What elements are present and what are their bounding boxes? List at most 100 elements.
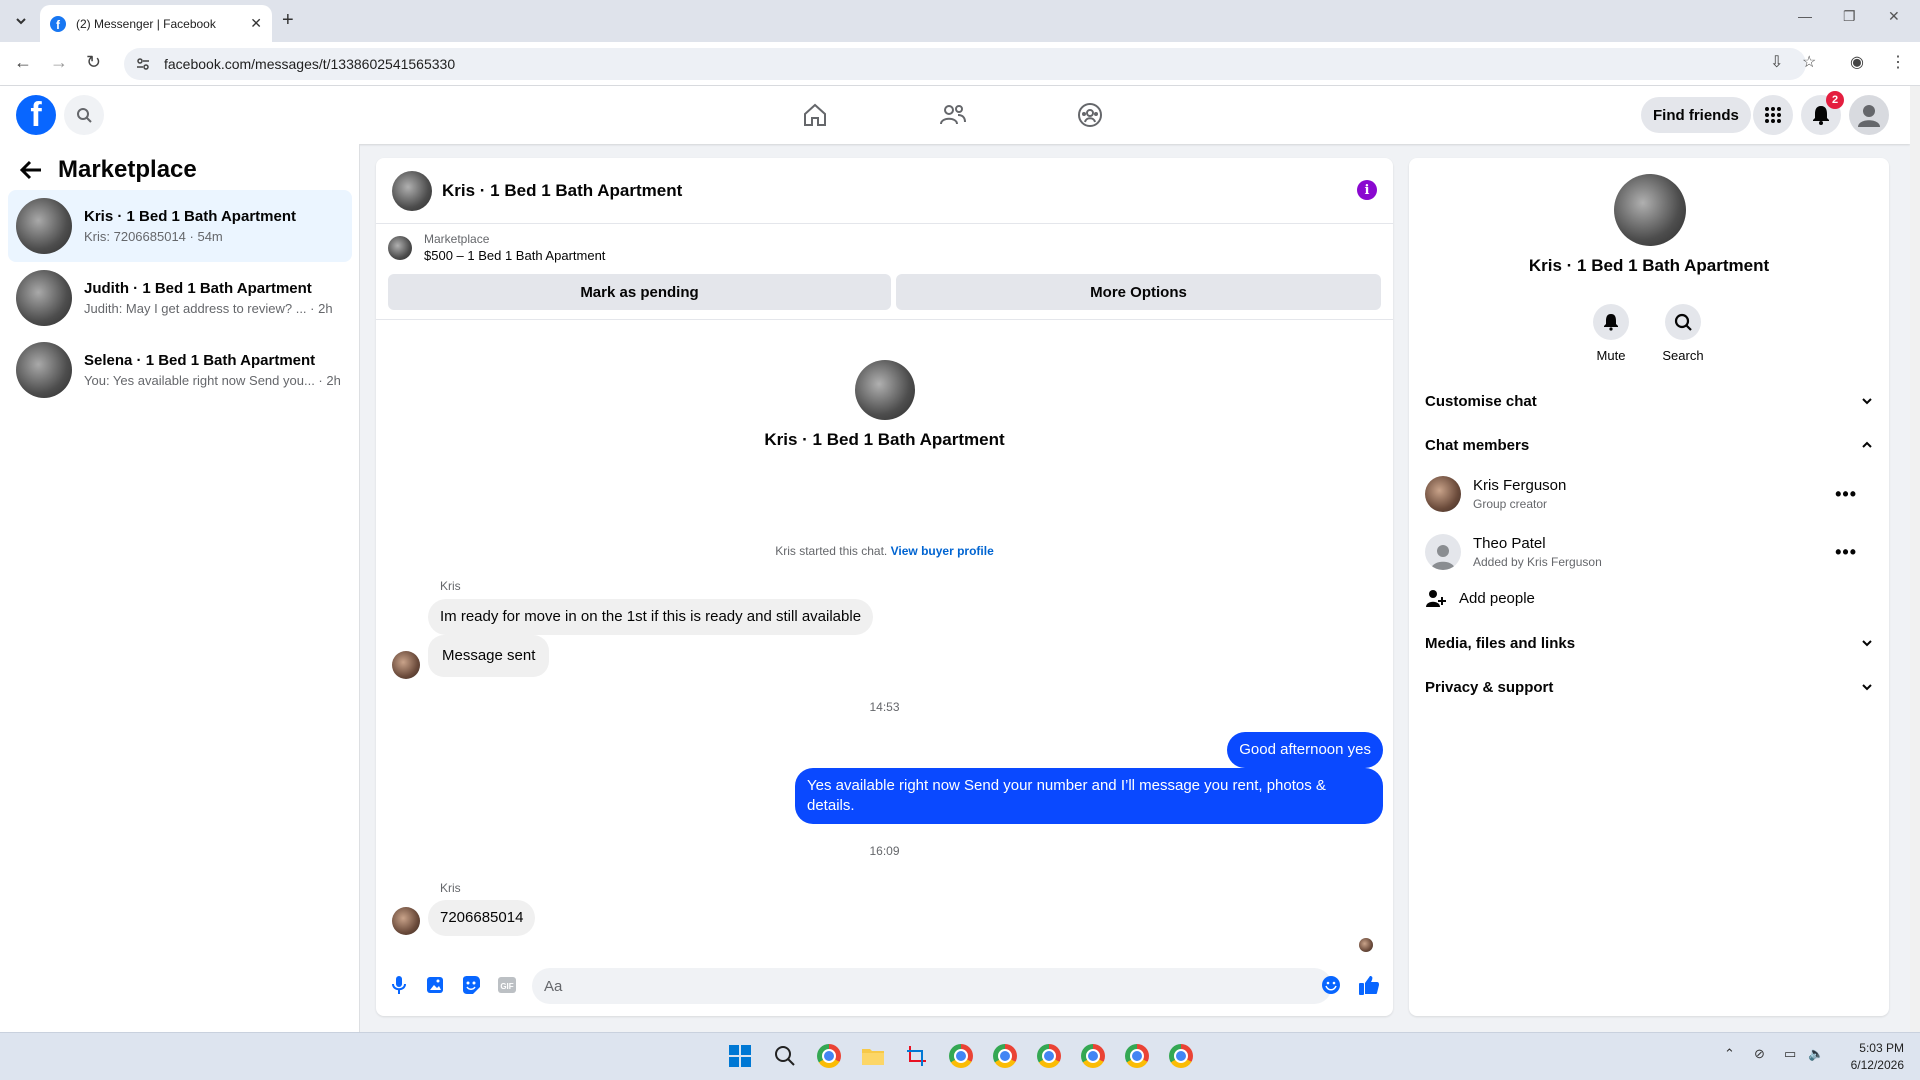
gif-icon[interactable]: GIF (496, 974, 518, 996)
more-options-button[interactable]: More Options (896, 274, 1381, 310)
forward-icon[interactable]: → (50, 52, 68, 73)
chat-avatar[interactable] (392, 170, 432, 211)
groups-icon[interactable] (1075, 100, 1105, 130)
timestamp: 14:53 (869, 700, 900, 714)
install-app-icon[interactable]: ⇩ (1770, 52, 1783, 72)
marketplace-sidebar: Marketplace Kris · 1 Bed 1 Bath Apartmen… (0, 144, 360, 1032)
window-close-icon[interactable]: ✕ (1888, 8, 1900, 25)
facebook-favicon-icon: f (50, 15, 66, 32)
taskbar-clock[interactable]: 5:03 PM 6/12/2026 (1851, 1040, 1904, 1074)
privacy-support-section[interactable]: Privacy & support (1425, 667, 1873, 707)
conversation-item[interactable]: Judith · 1 Bed 1 Bath Apartment Judith: … (8, 262, 352, 334)
find-friends-button[interactable]: Find friends (1641, 97, 1751, 133)
sidebar-header: Marketplace (20, 156, 197, 184)
chrome-profile-icon[interactable] (1036, 1043, 1062, 1069)
minimize-icon[interactable]: — (1798, 8, 1812, 24)
file-explorer-icon[interactable] (860, 1043, 886, 1069)
chrome-profile-icon[interactable] (1124, 1043, 1150, 1069)
member-avatar (1425, 476, 1461, 512)
incoming-message[interactable]: Message sent (428, 635, 550, 677)
incoming-message[interactable]: 7206685014 (428, 900, 536, 936)
chat-details-panel: Kris · 1 Bed 1 Bath Apartment Mute Searc… (1409, 158, 1889, 1016)
back-icon[interactable]: ← (14, 52, 32, 73)
user-silhouette-icon (1858, 105, 1880, 127)
show-hidden-icons-icon[interactable]: ⌃ (1724, 1046, 1735, 1062)
listing-thumbnail (388, 235, 412, 260)
chrome-icon[interactable] (816, 1043, 842, 1069)
menu-grid-button[interactable] (1753, 95, 1793, 135)
emoji-icon[interactable] (1320, 974, 1342, 996)
chrome-profile-icon[interactable] (948, 1043, 974, 1069)
conversation-name: Judith · 1 Bed 1 Bath Apartment (84, 280, 312, 297)
outgoing-message[interactable]: Yes available right now Send your number… (795, 768, 1383, 824)
facebook-header: f Find friends (0, 86, 1910, 144)
chrome-profile-icon[interactable] (992, 1043, 1018, 1069)
photo-icon[interactable] (424, 974, 446, 996)
add-people-button[interactable]: Add people (1425, 578, 1873, 618)
address-bar-row: ← → ↻ facebook.com/messages/t/1338602541… (0, 42, 1920, 86)
conversation-item[interactable]: Selena · 1 Bed 1 Bath Apartment You: Yes… (8, 334, 352, 406)
browser-menu-icon[interactable]: ⋮ (1890, 52, 1906, 72)
details-avatar[interactable] (1614, 174, 1686, 246)
facebook-search-button[interactable] (64, 95, 104, 135)
bell-icon (1604, 314, 1618, 331)
network-icon[interactable]: ⊘ (1754, 1046, 1765, 1062)
message-sender: Kris (440, 881, 461, 895)
url-bar[interactable]: facebook.com/messages/t/1338602541565330 (124, 48, 1806, 80)
bookmark-star-icon[interactable]: ☆ (1802, 52, 1816, 72)
chat-member-row[interactable]: Kris Ferguson Group creator ••• (1425, 468, 1873, 520)
snipping-tool-icon[interactable] (904, 1043, 930, 1069)
search-button[interactable]: Search (1653, 304, 1713, 363)
conversation-avatar (16, 270, 72, 326)
browser-tab[interactable]: f (2) Messenger | Facebook ✕ (40, 5, 272, 42)
conversation-avatar (16, 342, 72, 398)
display-icon[interactable]: ▭ (1784, 1046, 1796, 1062)
listing-info[interactable]: Marketplace $500 – 1 Bed 1 Bath Apartmen… (388, 232, 605, 263)
facebook-logo-icon[interactable]: f (16, 95, 56, 135)
conversation-preview: You: Yes available right now Send you...… (84, 373, 341, 388)
outgoing-message[interactable]: Good afternoon yes (1227, 732, 1383, 768)
reload-icon[interactable]: ↻ (86, 52, 101, 73)
site-info-icon[interactable] (136, 57, 150, 71)
sender-avatar[interactable] (392, 907, 420, 935)
chat-members-section[interactable]: Chat members (1425, 425, 1873, 465)
chat-started-note: Kris started this chat. View buyer profi… (376, 544, 1393, 558)
view-buyer-profile-link[interactable]: View buyer profile (891, 544, 994, 558)
friends-icon[interactable] (938, 100, 968, 130)
account-avatar[interactable] (1849, 95, 1889, 135)
mark-as-pending-button[interactable]: Mark as pending (388, 274, 891, 310)
home-icon[interactable] (800, 100, 830, 130)
more-options-icon[interactable]: ••• (1835, 542, 1857, 563)
back-arrow-icon[interactable] (20, 160, 42, 180)
microphone-icon[interactable] (388, 974, 410, 996)
chat-title[interactable]: Kris · 1 Bed 1 Bath Apartment (442, 181, 682, 201)
chevron-down-icon (1862, 684, 1872, 691)
taskbar-search-icon[interactable] (772, 1043, 798, 1069)
chat-member-row[interactable]: Theo Patel Added by Kris Ferguson ••• (1425, 526, 1873, 578)
incoming-message[interactable]: Im ready for move in on the 1st if this … (428, 599, 874, 635)
chrome-profile-icon[interactable] (1080, 1043, 1106, 1069)
more-options-icon[interactable]: ••• (1835, 484, 1857, 505)
sender-avatar[interactable] (392, 651, 420, 679)
mute-button[interactable]: Mute (1581, 304, 1641, 363)
page-scrollbar[interactable] (1910, 86, 1920, 1032)
media-files-links-section[interactable]: Media, files and links (1425, 623, 1873, 663)
profile-icon[interactable]: ◉ (1850, 52, 1864, 72)
message-input[interactable] (532, 968, 1332, 1004)
windows-start-icon[interactable] (727, 1043, 753, 1069)
conversation-item[interactable]: Kris · 1 Bed 1 Bath Apartment Kris: 7206… (8, 190, 352, 262)
like-thumbs-up-icon[interactable] (1358, 974, 1380, 996)
search-label: Search (1662, 348, 1704, 363)
sticker-icon[interactable] (460, 974, 482, 996)
volume-icon[interactable]: 🔈 (1808, 1046, 1824, 1062)
media-label: Media, files and links (1425, 634, 1576, 652)
restore-icon[interactable]: ❐ (1843, 8, 1856, 25)
tab-search-dropdown-icon[interactable] (10, 10, 32, 32)
new-tab-icon[interactable]: + (282, 9, 294, 32)
chrome-profile-icon[interactable] (1168, 1043, 1194, 1069)
info-icon[interactable]: i (1357, 180, 1377, 200)
url-text: facebook.com/messages/t/1338602541565330 (164, 56, 456, 72)
tab-close-icon[interactable]: ✕ (250, 15, 262, 32)
customise-chat-section[interactable]: Customise chat (1425, 381, 1873, 421)
chat-intro: Kris · 1 Bed 1 Bath Apartment (376, 360, 1393, 450)
